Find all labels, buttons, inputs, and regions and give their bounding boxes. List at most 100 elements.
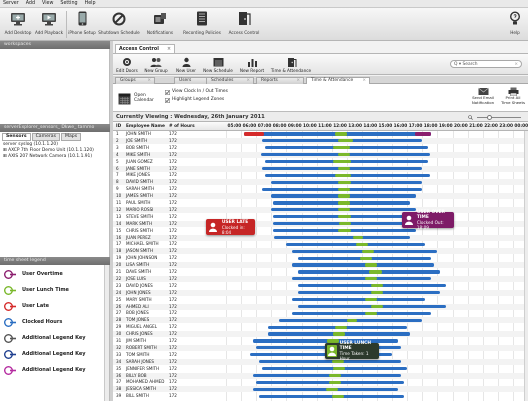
table-row[interactable]: 14 MARK SMITH 172 (113, 220, 528, 227)
lunch-segment[interactable] (364, 277, 377, 281)
lunch-segment[interactable] (333, 366, 346, 371)
lunch-segment[interactable] (364, 297, 377, 302)
table-row[interactable]: 15 CHRIS SMITH 172 (113, 228, 528, 234)
table-row[interactable]: 39 BILL SMITH 172 (113, 393, 528, 399)
table-row[interactable]: 6 JANE SMITH 172 (113, 165, 528, 172)
table-row[interactable]: 3 BOB SMITH 172 (113, 145, 528, 151)
lunch-segment[interactable] (364, 263, 377, 267)
access-control-button[interactable]: Access Control (226, 10, 262, 35)
new-report-button[interactable]: New Report (237, 56, 267, 73)
table-row[interactable]: 7 MIKE JONES 172 (113, 172, 528, 178)
table-row[interactable]: 10 JAMES SMITH 172 (113, 193, 528, 200)
table-row[interactable]: 29 MIGUEL ANGEL 172 (113, 324, 528, 330)
tab-maps[interactable]: Maps (61, 133, 82, 141)
lunch-segment[interactable] (333, 146, 350, 150)
lunch-segment[interactable] (337, 228, 352, 233)
table-row[interactable]: 16 JUAN PEREZ 172 (113, 234, 528, 241)
lunch-segment[interactable] (352, 235, 364, 240)
lunch-segment[interactable] (361, 249, 374, 253)
zoom-slider[interactable] (477, 116, 521, 118)
table-row[interactable]: 27 BOB JONES 172 (113, 310, 528, 316)
lunch-segment[interactable] (337, 139, 353, 143)
lunch-segment[interactable] (370, 284, 384, 288)
lunch-segment[interactable] (328, 380, 341, 384)
legend-item[interactable]: User Lunch Time (4, 285, 69, 295)
table-row[interactable]: 26 AHMED ALI 172 (113, 303, 528, 310)
overtime-segment[interactable] (414, 132, 432, 136)
legend-item[interactable]: Additional Legend Key (4, 365, 86, 375)
tree-item-axis-camera[interactable]: ⊞ AXIS 207 Network Camera (10.1.1.91) (3, 154, 94, 160)
server-explorer-header[interactable]: serverExplorer_sensors_ Dkwe_ tammo (0, 124, 110, 132)
lunch-segment[interactable] (339, 222, 352, 226)
table-row[interactable]: 38 JESSICA SMITH 172 (113, 386, 528, 393)
notifications-button[interactable]: Notifications (143, 10, 177, 35)
table-row[interactable]: 1 JOHN SMITH 172 (113, 131, 528, 137)
table-row[interactable]: 37 MOHAMED AHMED 172 (113, 379, 528, 385)
lunch-segment[interactable] (331, 394, 344, 398)
lunch-segment[interactable] (337, 187, 350, 191)
lunch-segment[interactable] (337, 194, 350, 198)
clocked-hours-bar[interactable] (259, 360, 402, 364)
lunch-segment[interactable] (334, 173, 352, 177)
zoom-slider-handle[interactable] (487, 114, 492, 120)
table-row[interactable]: 22 JOSE LUIS 172 (113, 275, 528, 282)
table-row[interactable]: 32 ROBERT SMITH 172 (113, 344, 528, 351)
search-input[interactable]: Q ▾ Search × (450, 60, 522, 68)
tab-sensors[interactable]: Sensors (2, 133, 31, 141)
table-row[interactable]: 17 MICHAEL SMITH 172 (113, 241, 528, 247)
new-user-button[interactable]: New User (173, 56, 199, 73)
table-row[interactable]: 18 JASON SMITH 172 (113, 248, 528, 255)
lunch-segment[interactable] (334, 325, 347, 329)
lunch-segment[interactable] (337, 215, 352, 219)
clocked-hours-bar[interactable] (253, 373, 402, 378)
col-name-header[interactable]: Employee Name (126, 122, 165, 131)
lunch-segment[interactable] (337, 166, 350, 171)
table-row[interactable]: 5 JUAN GOMEZ 172 (113, 159, 528, 165)
lunch-segment[interactable] (346, 318, 358, 322)
iphone-setup-button[interactable]: iPhone Setup (68, 10, 96, 35)
clocked-hours-bar[interactable] (292, 263, 435, 267)
time-attendance-button[interactable]: Time & Attendance (269, 56, 313, 73)
clear-search-icon[interactable]: × (514, 61, 518, 68)
table-row[interactable]: 23 DAVID JONES 172 (113, 283, 528, 289)
clocked-hours-bar[interactable] (298, 291, 441, 295)
legend-header[interactable]: time sheet legend (0, 257, 110, 265)
grid-scrollbar[interactable] (524, 131, 528, 401)
tab-schedules[interactable]: Schedules × (206, 77, 254, 84)
workspaces-header[interactable]: workspaces (0, 41, 110, 49)
access-control-tab[interactable]: Access Control × (115, 44, 175, 53)
late-segment[interactable] (244, 132, 264, 136)
col-id-header[interactable]: ID (116, 122, 121, 131)
table-row[interactable]: 9 SARAH SMITH 172 (113, 186, 528, 192)
highlight-legend-option[interactable]: Highlight Legend Zones (165, 96, 228, 104)
table-row[interactable]: 13 STEVE SMITH 172 (113, 214, 528, 220)
table-row[interactable]: 28 TOM JONES 172 (113, 317, 528, 324)
edit-doors-button[interactable]: Edit Doors (115, 56, 139, 73)
table-row[interactable]: 12 MARIO ROSSI 172 (113, 206, 528, 213)
clocked-hours-bar[interactable] (292, 297, 426, 302)
lunch-segment[interactable] (337, 153, 350, 157)
new-group-button[interactable]: New Group (141, 56, 171, 73)
legend-item[interactable]: Clocked Hours (4, 317, 62, 327)
recording-policies-button[interactable]: Recording Policies (181, 10, 223, 35)
col-hours-header[interactable]: # of Hours (169, 122, 195, 131)
menu-view[interactable]: View (42, 1, 53, 6)
table-row[interactable]: 31 JIM SMITH 172 (113, 338, 528, 344)
clocked-hours-bar[interactable] (274, 235, 411, 240)
table-row[interactable]: 8 DAVID SMITH 172 (113, 179, 528, 186)
lunch-segment[interactable] (369, 270, 382, 274)
menu-add[interactable]: Add (26, 1, 35, 6)
table-row[interactable]: 4 MIKE SMITH 172 (113, 151, 528, 158)
table-row[interactable]: 19 JOHN JOHNSON 172 (113, 255, 528, 261)
tab-reports[interactable]: Reports × (256, 77, 304, 84)
table-row[interactable]: 36 BILLY BOB 172 (113, 372, 528, 379)
table-row[interactable]: 33 TOM SMITH 172 (113, 352, 528, 358)
menu-setting[interactable]: Setting (60, 1, 77, 6)
lunch-segment[interactable] (334, 132, 347, 136)
lunch-segment[interactable] (337, 180, 352, 184)
lunch-segment[interactable] (364, 311, 377, 315)
menu-server[interactable]: Server (3, 1, 19, 6)
table-row[interactable]: 11 PAUL SMITH 172 (113, 200, 528, 206)
lunch-segment[interactable] (370, 304, 384, 309)
menu-help[interactable]: Help (85, 1, 96, 6)
